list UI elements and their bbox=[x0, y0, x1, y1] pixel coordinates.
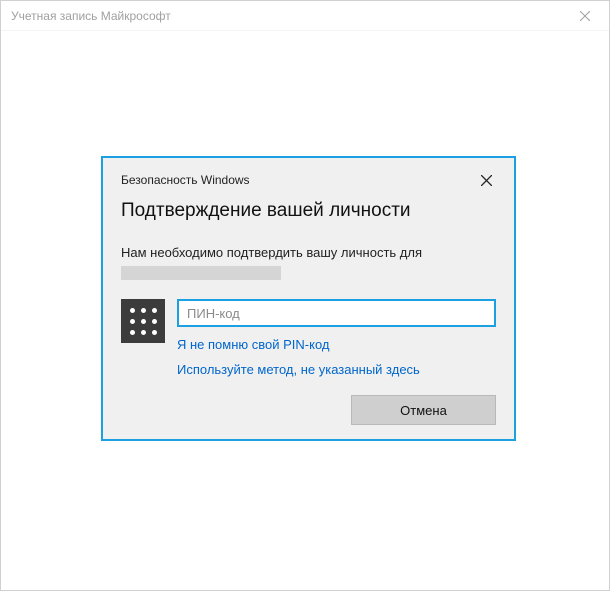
outer-window: Учетная запись Майкрософт Безопасность W… bbox=[0, 0, 610, 591]
dialog-body: Нам необходимо подтвердить вашу личность… bbox=[103, 244, 514, 285]
close-icon bbox=[481, 175, 492, 186]
forgot-pin-link[interactable]: Я не помню свой PIN-код bbox=[177, 337, 496, 352]
pin-input[interactable] bbox=[177, 299, 496, 327]
cancel-button[interactable]: Отмена bbox=[351, 395, 496, 425]
button-row: Отмена bbox=[351, 395, 496, 425]
outer-close-button[interactable] bbox=[565, 2, 605, 30]
dialog-small-title: Безопасность Windows bbox=[121, 173, 250, 187]
dialog-titlebar: Безопасность Windows bbox=[121, 170, 496, 190]
dialog-header: Безопасность Windows Подтверждение вашей… bbox=[103, 158, 514, 244]
security-dialog: Безопасность Windows Подтверждение вашей… bbox=[101, 156, 516, 441]
outer-title: Учетная запись Майкрософт bbox=[11, 9, 171, 23]
body-text: Нам необходимо подтвердить вашу личность… bbox=[121, 245, 422, 260]
other-method-link[interactable]: Используйте метод, не указанный здесь bbox=[177, 362, 496, 377]
pin-column: Я не помню свой PIN-код Используйте мето… bbox=[177, 299, 496, 377]
pin-row: Я не помню свой PIN-код Используйте мето… bbox=[103, 285, 514, 377]
outer-titlebar: Учетная запись Майкрософт bbox=[1, 1, 609, 31]
keypad-icon bbox=[121, 299, 165, 343]
close-icon bbox=[580, 11, 590, 21]
dialog-heading: Подтверждение вашей личности bbox=[121, 200, 496, 222]
redacted-identity bbox=[121, 266, 281, 280]
dialog-close-button[interactable] bbox=[476, 170, 496, 190]
